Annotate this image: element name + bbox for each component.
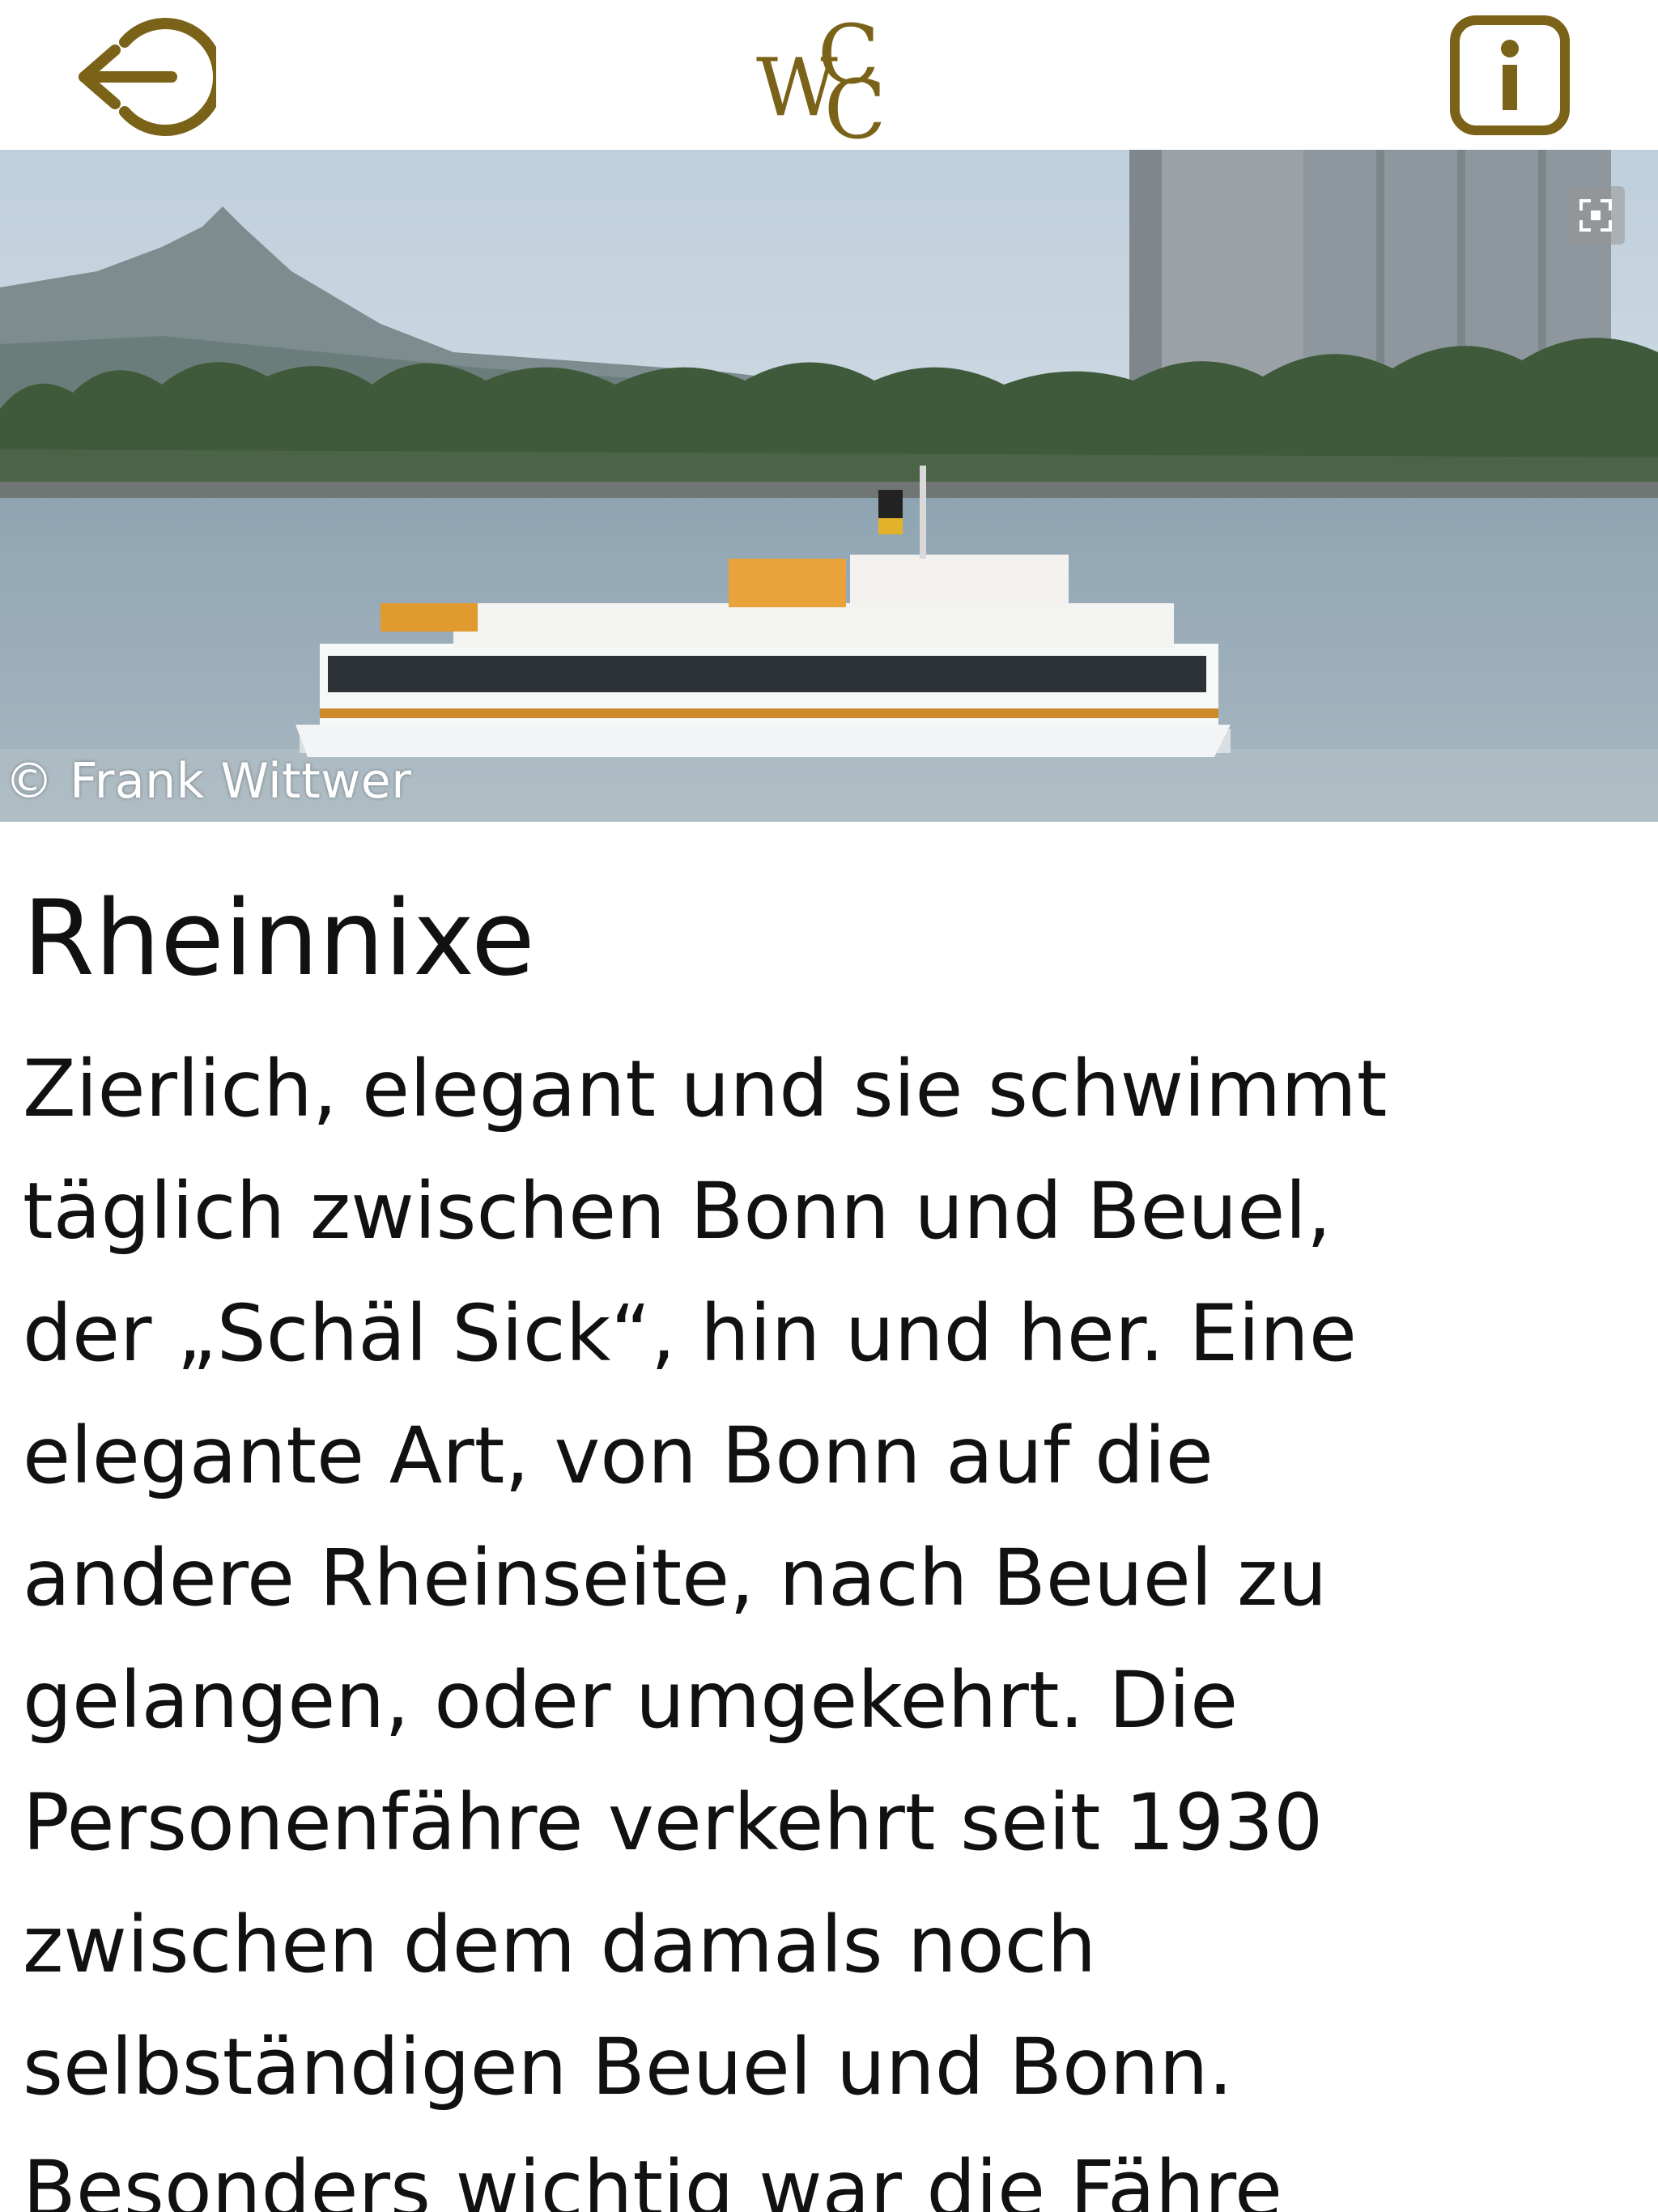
body-line: täglich zwischen Bonn und Beuel, [23,1166,1332,1257]
page-title: Rheinnixe [23,878,535,999]
body-line: der „Schäl Sick“, hin und her. Eine [23,1288,1357,1379]
brand-logo: W C C [753,7,903,157]
info-button[interactable] [1449,15,1571,136]
body-line: zwischen dem damals noch [23,1899,1097,1990]
hero-image: © Frank Wittwer [0,150,1658,822]
body-line: Besonders wichtig war die Fähre [23,2144,1283,2212]
article-body: Zierlich, elegant und sie schwimmt tägli… [23,1028,1638,2212]
svg-text:C: C [824,62,886,146]
photo-credit: © Frank Wittwer [5,753,412,810]
expand-image-button[interactable] [1567,186,1625,245]
body-line: selbständigen Beuel und Bonn. [23,2022,1233,2112]
back-button[interactable] [74,10,225,143]
info-icon [1450,15,1570,135]
body-line: Zierlich, elegant und sie schwimmt [23,1044,1388,1134]
expand-icon [1579,199,1612,232]
body-line: andere Rheinseite, nach Beuel zu [23,1533,1328,1623]
ferry-photo [0,150,1658,822]
logout-arrow-icon [79,18,225,136]
top-bar: W C C [0,0,1658,157]
body-line: Personenfähre verkehrt seit 1930 [23,1777,1324,1868]
body-line: elegante Art, von Bonn auf die [23,1410,1214,1501]
body-line: gelangen, oder umgekehrt. Die [23,1655,1239,1746]
